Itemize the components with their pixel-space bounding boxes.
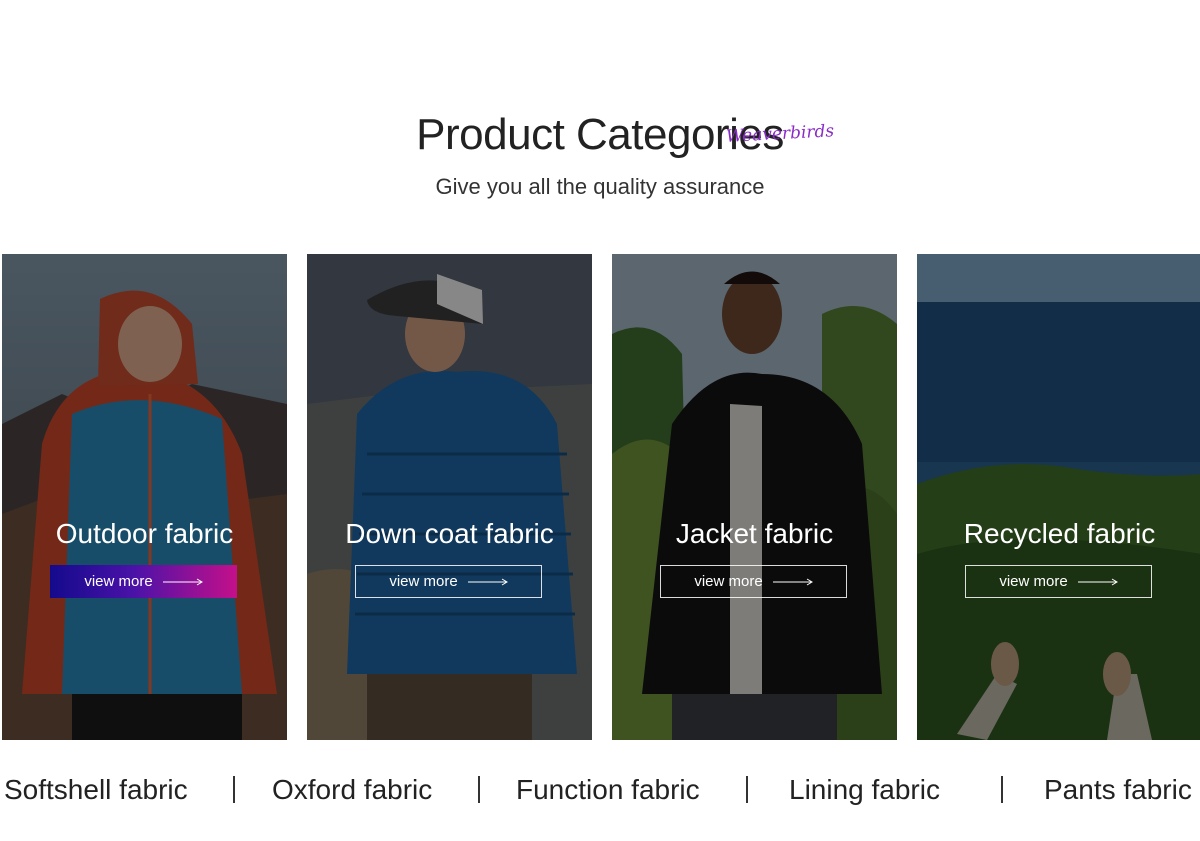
view-more-button[interactable]: view more (355, 565, 542, 598)
button-label: view more (694, 573, 763, 590)
tab-divider (1001, 776, 1003, 803)
category-card-jacket[interactable]: Jacket fabric view more (612, 254, 897, 740)
card-title: Recycled fabric (963, 518, 1156, 549)
arrow-right-icon (162, 578, 203, 585)
category-card-down-coat[interactable]: Down coat fabric view more (307, 254, 592, 740)
category-card-outdoor[interactable]: Outdoor fabric view more (2, 254, 287, 740)
view-more-button[interactable]: view more (50, 565, 237, 598)
card-title: Outdoor fabric (55, 518, 234, 549)
button-label: view more (84, 573, 153, 590)
tab-divider (233, 776, 235, 803)
arrow-right-icon (1077, 578, 1118, 585)
arrow-right-icon (467, 578, 508, 585)
tab-lining-fabric[interactable]: Lining fabric (789, 768, 940, 812)
tab-divider (746, 776, 748, 803)
tab-function-fabric[interactable]: Function fabric (516, 768, 700, 812)
card-overlay (2, 254, 287, 740)
card-overlay (307, 254, 592, 740)
card-overlay (612, 254, 897, 740)
view-more-button[interactable]: view more (660, 565, 847, 598)
section-heading: Product Categories Weaverbirds Give you … (0, 108, 1200, 200)
card-title: Jacket fabric (675, 518, 834, 549)
button-label: view more (389, 573, 458, 590)
brand-watermark: Weaverbirds (725, 121, 835, 147)
tab-softshell-fabric[interactable]: Softshell fabric (4, 768, 188, 812)
tab-oxford-fabric[interactable]: Oxford fabric (272, 768, 432, 812)
category-tabs: Softshell fabric Oxford fabric Function … (0, 768, 1200, 812)
button-label: view more (999, 573, 1068, 590)
tab-pants-fabric[interactable]: Pants fabric (1044, 768, 1192, 812)
title-wrap: Product Categories Weaverbirds (416, 108, 835, 162)
page-subtitle: Give you all the quality assurance (435, 174, 765, 199)
tab-divider (478, 776, 480, 803)
arrow-right-icon (772, 578, 813, 585)
card-title: Down coat fabric (345, 518, 554, 549)
view-more-button[interactable]: view more (965, 565, 1152, 598)
category-card-recycled[interactable]: Recycled fabric view more (917, 254, 1200, 740)
card-overlay (917, 254, 1200, 740)
